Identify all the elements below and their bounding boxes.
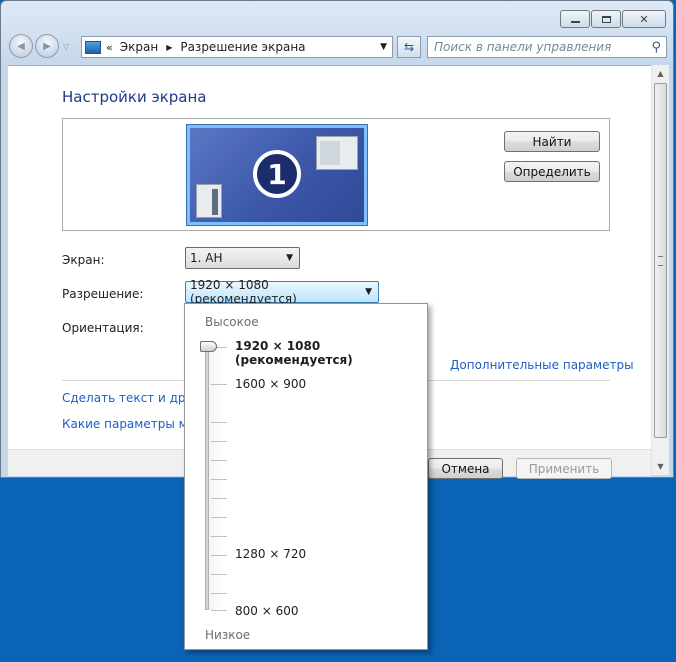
low-label: Низкое bbox=[205, 628, 251, 642]
grip-icon bbox=[658, 256, 663, 266]
mini-window-graphic bbox=[316, 136, 358, 170]
monitor-thumbnail[interactable]: 1 bbox=[187, 125, 367, 225]
search-icon[interactable]: ⚲ bbox=[651, 40, 661, 55]
scroll-down-icon[interactable]: ▼ bbox=[652, 458, 669, 475]
slider-tick bbox=[211, 460, 227, 461]
resolution-slider-thumb[interactable] bbox=[200, 341, 217, 352]
resolution-option-800x600[interactable]: 800 × 600 bbox=[235, 604, 299, 618]
forward-arrow-icon: ▶ bbox=[43, 40, 51, 52]
slider-tick bbox=[211, 536, 227, 537]
minimize-icon bbox=[570, 21, 580, 23]
breadcrumb-resolution[interactable]: Разрешение экрана bbox=[180, 40, 305, 54]
resolution-label: Разрешение: bbox=[62, 287, 144, 301]
slider-tick bbox=[211, 610, 227, 611]
screen-select-value: 1. AH bbox=[190, 251, 223, 265]
slider-tick bbox=[211, 422, 227, 423]
slider-tick bbox=[211, 479, 227, 480]
search-placeholder: Поиск в панели управления bbox=[434, 40, 612, 54]
resolution-option-1920x1080[interactable]: 1920 × 1080 (рекомендуется) bbox=[235, 339, 427, 367]
slider-tick bbox=[211, 574, 227, 575]
cancel-button[interactable]: Отмена bbox=[428, 458, 503, 479]
control-panel-icon bbox=[85, 40, 101, 54]
breadcrumb-screen[interactable]: Экран bbox=[120, 40, 158, 54]
maximize-button[interactable] bbox=[591, 10, 621, 28]
scroll-up-icon[interactable]: ▲ bbox=[652, 65, 669, 82]
slider-tick bbox=[211, 517, 227, 518]
chevron-down-icon: ▼ bbox=[365, 287, 372, 297]
back-arrow-icon: ◀ bbox=[17, 40, 25, 52]
resolution-select-value: 1920 × 1080 (рекомендуется) bbox=[190, 278, 297, 306]
maximize-icon bbox=[601, 15, 611, 23]
slider-tick bbox=[211, 593, 227, 594]
address-dropdown-icon[interactable]: ▼ bbox=[380, 42, 387, 52]
forward-button[interactable]: ▶ bbox=[35, 34, 59, 58]
refresh-button[interactable]: ⇆ bbox=[397, 36, 421, 58]
slider-tick bbox=[211, 384, 227, 385]
resolution-select[interactable]: 1920 × 1080 (рекомендуется) ▼ bbox=[185, 278, 379, 306]
minimize-button[interactable] bbox=[560, 10, 590, 28]
orientation-label: Ориентация: bbox=[62, 321, 144, 335]
resolution-option-1600x900[interactable]: 1600 × 900 bbox=[235, 377, 306, 391]
high-label: Высокое bbox=[205, 315, 259, 329]
caption-buttons: ✕ bbox=[559, 10, 666, 28]
scroll-thumb[interactable] bbox=[654, 83, 667, 438]
slider-tick bbox=[211, 555, 227, 556]
slider-tick bbox=[211, 441, 227, 442]
recent-pages-dropdown-icon[interactable]: ▽ bbox=[63, 42, 69, 51]
apply-button[interactable]: Применить bbox=[516, 458, 612, 479]
chevron-down-icon: ▼ bbox=[286, 253, 293, 263]
screen-label: Экран: bbox=[62, 253, 105, 267]
monitor-number: 1 bbox=[253, 150, 301, 198]
close-button[interactable]: ✕ bbox=[622, 10, 666, 28]
find-button[interactable]: Найти bbox=[504, 131, 600, 152]
resolution-dropdown-popup: Высокое 1920 × 1080 (рекомендуется) 1600… bbox=[184, 303, 428, 650]
vertical-scrollbar[interactable]: ▲ ▼ bbox=[651, 65, 669, 475]
mini-panel-graphic bbox=[196, 184, 222, 218]
screen-select[interactable]: 1. AH ▼ bbox=[185, 247, 300, 269]
breadcrumb-overflow[interactable]: « bbox=[106, 41, 113, 54]
page-title: Настройки экрана bbox=[62, 88, 207, 106]
slider-tick bbox=[211, 498, 227, 499]
resolution-slider-track[interactable] bbox=[205, 344, 209, 610]
advanced-settings-link[interactable]: Дополнительные параметры bbox=[450, 358, 634, 372]
display-preview: 1 Найти Определить bbox=[62, 118, 610, 231]
back-button[interactable]: ◀ bbox=[9, 34, 33, 58]
breadcrumb-separator-icon[interactable]: ▶ bbox=[166, 43, 172, 52]
close-icon: ✕ bbox=[639, 12, 649, 26]
navigation-buttons: ◀ ▶ ▽ bbox=[9, 34, 69, 58]
search-input[interactable]: Поиск в панели управления ⚲ bbox=[427, 36, 667, 58]
resolution-option-1280x720[interactable]: 1280 × 720 bbox=[235, 547, 306, 561]
address-bar[interactable]: « Экран ▶ Разрешение экрана ▼ bbox=[81, 36, 393, 58]
identify-button[interactable]: Определить bbox=[504, 161, 600, 182]
refresh-icon: ⇆ bbox=[403, 40, 415, 54]
monitor-settings-link[interactable]: Какие параметры мон bbox=[62, 417, 203, 431]
